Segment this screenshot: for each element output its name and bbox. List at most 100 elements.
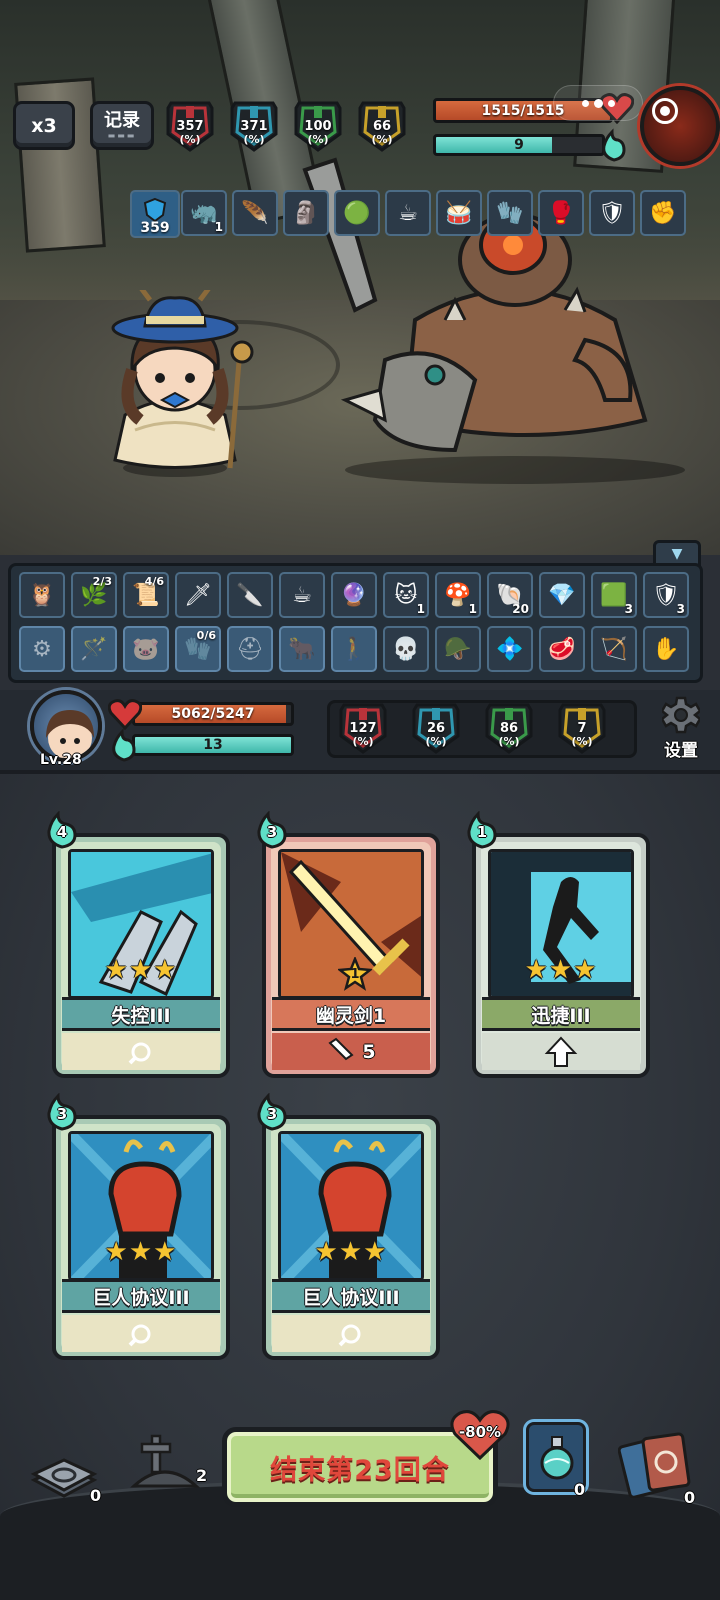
meat-icon: 🥩 xyxy=(548,636,576,662)
settings-button[interactable]: 设置 xyxy=(652,696,710,762)
locked-figure-icon: 🚶 xyxy=(340,636,368,662)
inventory-slot[interactable]: 🏹 xyxy=(591,626,637,672)
crystals-icon: 💠 xyxy=(496,636,524,662)
battle-log-button[interactable]: 记录 ▬▬▬ xyxy=(90,101,154,150)
dot-icon xyxy=(607,99,615,107)
skill-card[interactable]: 1 幽灵剑1 5 xyxy=(262,833,440,1078)
dot-icon xyxy=(581,99,589,107)
card-name: 迅捷III xyxy=(482,997,640,1031)
stat-badge[interactable]: 127 (%) xyxy=(338,702,388,754)
red-blade-icon: 🔪 xyxy=(236,582,264,608)
more-options-button[interactable] xyxy=(553,85,643,121)
stat-unit: (%) xyxy=(307,133,329,146)
locked-pig-icon: 🐷 xyxy=(132,636,160,662)
enemy-effect-slot[interactable]: 🟢 xyxy=(334,190,380,236)
discard-pile-count: 0 xyxy=(684,1488,696,1507)
card-stars: ★★★ xyxy=(524,955,598,985)
inventory-slot[interactable]: 📜 4/6 xyxy=(123,572,169,618)
enemy-effect-slot[interactable]: 🧤 xyxy=(487,190,533,236)
inventory-slot[interactable]: 💠 xyxy=(487,626,533,672)
log-lines-icon: ▬▬▬ xyxy=(107,131,137,140)
stat-badge[interactable]: 66 (%) xyxy=(357,100,407,152)
stat-badge[interactable]: 357 (%) xyxy=(165,100,215,152)
card-level-star: 1 xyxy=(338,957,372,991)
inventory-slot[interactable]: 🍄 1 xyxy=(435,572,481,618)
enemy-effect-slot[interactable]: ☕ xyxy=(385,190,431,236)
inventory-slot[interactable]: 🐂 xyxy=(279,626,325,672)
spiked-pauldron-icon: 🛡 xyxy=(598,200,626,226)
effect-count: 1 xyxy=(214,220,223,234)
inventory-slot[interactable]: 🪖 xyxy=(435,626,481,672)
inventory-slot[interactable]: 🗡 xyxy=(175,572,221,618)
glove-icon: 🥊 xyxy=(547,200,575,226)
skill-card[interactable]: ★★★ 巨人协议III xyxy=(262,1115,440,1360)
inventory-slot[interactable]: 🌿 2/3 xyxy=(71,572,117,618)
enemy-shield-slot[interactable]: 359 xyxy=(130,190,180,238)
inventory-slot[interactable]: 💎 xyxy=(539,572,585,618)
gauntlet-icon: ✊ xyxy=(649,200,677,226)
inventory-slot[interactable]: 💀 xyxy=(383,626,429,672)
inventory-slot[interactable]: ⚙ xyxy=(19,626,65,672)
enemy-effect-slot[interactable]: 🪶 xyxy=(232,190,278,236)
card-cost-value: 4 xyxy=(56,823,68,841)
grave-icon xyxy=(130,1434,200,1488)
inventory-slot[interactable]: 🪄 xyxy=(71,626,117,672)
card-footer xyxy=(272,1315,430,1352)
crystal-ball-icon: 🔮 xyxy=(340,582,368,608)
item-progress: 0/6 xyxy=(196,629,216,642)
player-energy-text: 13 xyxy=(203,737,223,753)
locked-wand-icon: 🪄 xyxy=(80,636,108,662)
card-footer-value: 5 xyxy=(362,1040,376,1063)
inventory-slot[interactable]: 🐚 20 xyxy=(487,572,533,618)
enemy-effect-slot[interactable]: 🥁 xyxy=(436,190,482,236)
owl-icon: 🦉 xyxy=(28,582,56,608)
stat-value: 26 xyxy=(426,721,446,736)
card-cost: 3 xyxy=(256,811,288,849)
stat-badge[interactable]: 100 (%) xyxy=(293,100,343,152)
skill-card[interactable]: ★★★ 失控III xyxy=(52,833,230,1078)
discount-badge: -80% xyxy=(450,1408,510,1460)
skill-card[interactable]: ★★★ 迅捷III xyxy=(472,833,650,1078)
crossbow-icon: 🏹 xyxy=(600,636,628,662)
inventory-slot[interactable]: ☕ xyxy=(279,572,325,618)
inventory-slot[interactable]: 🟩 3 xyxy=(591,572,637,618)
end-turn-label: 结束第23回合 xyxy=(270,1454,450,1486)
inventory-slot[interactable]: 🦉 xyxy=(19,572,65,618)
boss-portrait[interactable] xyxy=(640,86,720,166)
inventory-slot[interactable]: 🐱 1 xyxy=(383,572,429,618)
settings-label: 设置 xyxy=(664,741,698,761)
inventory-slot[interactable]: ✋ xyxy=(643,626,689,672)
dagger-icon: 🗡 xyxy=(184,582,212,608)
inventory-slot[interactable]: 🛡 3 xyxy=(643,572,689,618)
item-progress: 4/6 xyxy=(144,575,164,588)
inventory-slot[interactable]: 🐷 xyxy=(123,626,169,672)
card-name: 幽灵剑1 xyxy=(272,997,430,1031)
potion-icon xyxy=(540,1436,574,1480)
inventory-slot[interactable]: 🔪 xyxy=(227,572,273,618)
hero-sprite[interactable] xyxy=(90,290,260,480)
inventory-slot[interactable]: 🔮 xyxy=(331,572,377,618)
enemy-effect-slot[interactable]: ✊ xyxy=(640,190,686,236)
inventory-slot[interactable]: 🚶 xyxy=(331,626,377,672)
enemy-effect-slot[interactable]: 🥊 xyxy=(538,190,584,236)
inventory-slot[interactable]: ⛑ xyxy=(227,626,273,672)
stat-unit: (%) xyxy=(352,735,374,748)
enemy-effect-slot[interactable]: 🦏 1 xyxy=(181,190,227,236)
stat-badge[interactable]: 86 (%) xyxy=(484,702,534,754)
blade-icon xyxy=(326,1037,356,1067)
locked-ring-icon: ⚙ xyxy=(32,636,52,662)
battle-scene: x3 记录 ▬▬▬ 357 (%) 371 (%) 100 (%) 66 (%) 151… xyxy=(0,0,720,555)
stat-badge[interactable]: 26 (%) xyxy=(411,702,461,754)
enemy-effect-slot[interactable]: 🗿 xyxy=(283,190,329,236)
graveyard-button[interactable] xyxy=(130,1428,200,1490)
inventory-slot[interactable]: 🥩 xyxy=(539,626,585,672)
locked-helm-icon: ⛑ xyxy=(236,636,264,662)
gear-burst-icon xyxy=(336,1319,366,1349)
inventory-slot[interactable]: 🧤 0/6 xyxy=(175,626,221,672)
stat-badge[interactable]: 7 (%) xyxy=(557,702,607,754)
skill-card[interactable]: ★★★ 巨人协议III xyxy=(52,1115,230,1360)
card-footer xyxy=(482,1033,640,1070)
enemy-effect-slot[interactable]: 🛡 xyxy=(589,190,635,236)
stat-badge[interactable]: 371 (%) xyxy=(229,100,279,152)
speed-toggle-button[interactable]: x3 xyxy=(13,101,75,150)
